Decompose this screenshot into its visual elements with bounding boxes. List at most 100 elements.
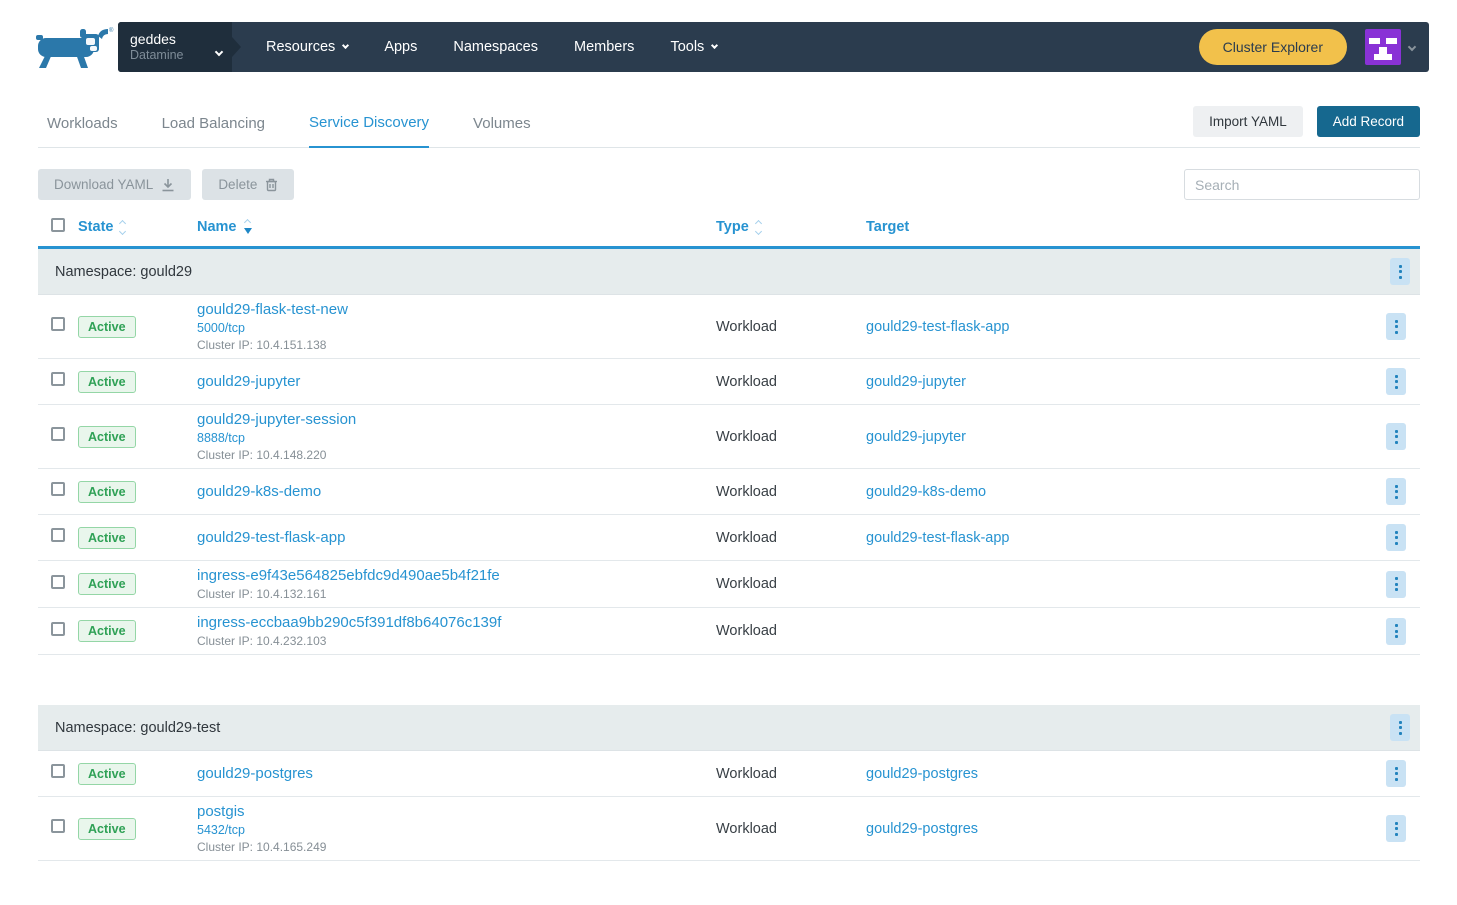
service-port-link[interactable]: 8888/tcp <box>197 431 716 446</box>
project-name: Datamine <box>130 48 206 63</box>
nav-item-label: Members <box>574 39 634 55</box>
target-link[interactable]: gould29-jupyter <box>866 429 966 445</box>
column-header-name[interactable]: Name <box>197 219 716 235</box>
service-name-link[interactable]: gould29-flask-test-new <box>197 300 716 319</box>
tab-bar: Workloads Load Balancing Service Discove… <box>38 106 1420 148</box>
service-type: Workload <box>716 623 866 639</box>
user-avatar[interactable] <box>1365 29 1401 65</box>
row-menu-button[interactable] <box>1386 478 1406 505</box>
delete-label: Delete <box>218 177 257 192</box>
service-type: Workload <box>716 530 866 546</box>
status-badge: Active <box>78 818 136 840</box>
service-name-link[interactable]: ingress-e9f43e564825ebfdc9d490ae5b4f21fe <box>197 566 716 585</box>
service-port-link[interactable]: 5000/tcp <box>197 321 716 336</box>
namespace-group-header: Namespace: gould29-test <box>38 705 1420 751</box>
add-record-button[interactable]: Add Record <box>1317 106 1420 137</box>
namespace-menu-button[interactable] <box>1390 258 1410 285</box>
service-port-link[interactable]: 5432/tcp <box>197 823 716 838</box>
service-type: Workload <box>716 766 866 782</box>
column-header-type[interactable]: Type <box>716 219 866 235</box>
nav-item-label: Namespaces <box>453 39 538 55</box>
service-name-link[interactable]: postgis <box>197 802 716 821</box>
namespace-group-header: Namespace: gould29 <box>38 249 1420 295</box>
chevron-down-icon <box>342 42 349 49</box>
import-yaml-button[interactable]: Import YAML <box>1193 106 1303 137</box>
status-badge: Active <box>78 371 136 393</box>
tab-volumes[interactable]: Volumes <box>473 115 531 147</box>
status-badge: Active <box>78 763 136 785</box>
target-link[interactable]: gould29-postgres <box>866 766 978 782</box>
service-name-link[interactable]: gould29-postgres <box>197 764 716 783</box>
status-badge: Active <box>78 481 136 503</box>
service-name-link[interactable]: gould29-test-flask-app <box>197 528 716 547</box>
main-content: Workloads Load Balancing Service Discove… <box>0 106 1457 861</box>
column-header-target[interactable]: Target <box>866 219 1386 235</box>
row-menu-button[interactable] <box>1386 524 1406 551</box>
tab-service-discovery[interactable]: Service Discovery <box>309 114 429 148</box>
chevron-down-icon <box>711 42 718 49</box>
nav-item-tools[interactable]: Tools <box>670 39 717 55</box>
target-link[interactable]: gould29-test-flask-app <box>866 319 1009 335</box>
column-label: Name <box>197 219 237 235</box>
search-input[interactable] <box>1184 169 1420 200</box>
service-name-link[interactable]: gould29-jupyter-session <box>197 410 716 429</box>
delete-button[interactable]: Delete <box>202 169 294 200</box>
cluster-explorer-button[interactable]: Cluster Explorer <box>1199 29 1347 65</box>
tab-workloads[interactable]: Workloads <box>47 115 118 147</box>
download-yaml-label: Download YAML <box>54 177 153 192</box>
row-checkbox[interactable] <box>51 622 65 636</box>
service-name-link[interactable]: gould29-jupyter <box>197 372 716 391</box>
nav-item-namespaces[interactable]: Namespaces <box>453 39 538 55</box>
row-checkbox[interactable] <box>51 372 65 386</box>
cluster-ip-text: Cluster IP: 10.4.165.249 <box>197 840 716 855</box>
row-menu-button[interactable] <box>1386 571 1406 598</box>
row-menu-button[interactable] <box>1386 815 1406 842</box>
column-label: Type <box>716 219 749 235</box>
service-type: Workload <box>716 821 866 837</box>
row-menu-button[interactable] <box>1386 368 1406 395</box>
row-checkbox[interactable] <box>51 764 65 778</box>
sort-icon-active <box>244 220 252 234</box>
select-all-checkbox[interactable] <box>51 218 65 232</box>
row-checkbox[interactable] <box>51 482 65 496</box>
cluster-project-picker[interactable]: geddes Datamine <box>118 22 232 72</box>
service-name-link[interactable]: ingress-eccbaa9bb290c5f391df8b64076c139f <box>197 613 716 632</box>
group-rows: Active gould29-postgres Workload gould29… <box>38 751 1420 861</box>
rancher-logo[interactable]: ® <box>36 26 114 70</box>
nav-item-resources[interactable]: Resources <box>266 39 348 55</box>
chevron-down-icon <box>216 42 222 60</box>
namespace-menu-button[interactable] <box>1390 714 1410 741</box>
user-menu[interactable] <box>1365 29 1415 65</box>
row-checkbox[interactable] <box>51 427 65 441</box>
nav-item-apps[interactable]: Apps <box>384 39 417 55</box>
target-link[interactable]: gould29-postgres <box>866 821 978 837</box>
download-yaml-button[interactable]: Download YAML <box>38 169 191 200</box>
download-icon <box>161 178 175 192</box>
bulk-actions-toolbar: Download YAML Delete <box>38 169 1420 200</box>
row-checkbox[interactable] <box>51 528 65 542</box>
row-checkbox[interactable] <box>51 575 65 589</box>
target-link[interactable]: gould29-jupyter <box>866 374 966 390</box>
status-badge: Active <box>78 426 136 448</box>
service-name-link[interactable]: gould29-k8s-demo <box>197 482 716 501</box>
column-header-state[interactable]: State <box>78 219 197 235</box>
row-menu-button[interactable] <box>1386 760 1406 787</box>
service-type: Workload <box>716 484 866 500</box>
row-checkbox[interactable] <box>51 819 65 833</box>
column-label: State <box>78 219 113 235</box>
tab-load-balancing[interactable]: Load Balancing <box>162 115 265 147</box>
target-link[interactable]: gould29-k8s-demo <box>866 484 986 500</box>
nav-item-label: Resources <box>266 39 335 55</box>
target-link[interactable]: gould29-test-flask-app <box>866 530 1009 546</box>
row-menu-button[interactable] <box>1386 423 1406 450</box>
nav-item-members[interactable]: Members <box>574 39 634 55</box>
namespace-label: Namespace: gould29 <box>55 264 192 280</box>
row-menu-button[interactable] <box>1386 618 1406 645</box>
table-row: Active gould29-postgres Workload gould29… <box>38 751 1420 797</box>
table-row: Active gould29-flask-test-new 5000/tcp C… <box>38 295 1420 359</box>
table-row: Active gould29-jupyter Workload gould29-… <box>38 359 1420 405</box>
row-menu-button[interactable] <box>1386 313 1406 340</box>
service-type: Workload <box>716 576 866 592</box>
column-label: Target <box>866 219 909 235</box>
row-checkbox[interactable] <box>51 317 65 331</box>
